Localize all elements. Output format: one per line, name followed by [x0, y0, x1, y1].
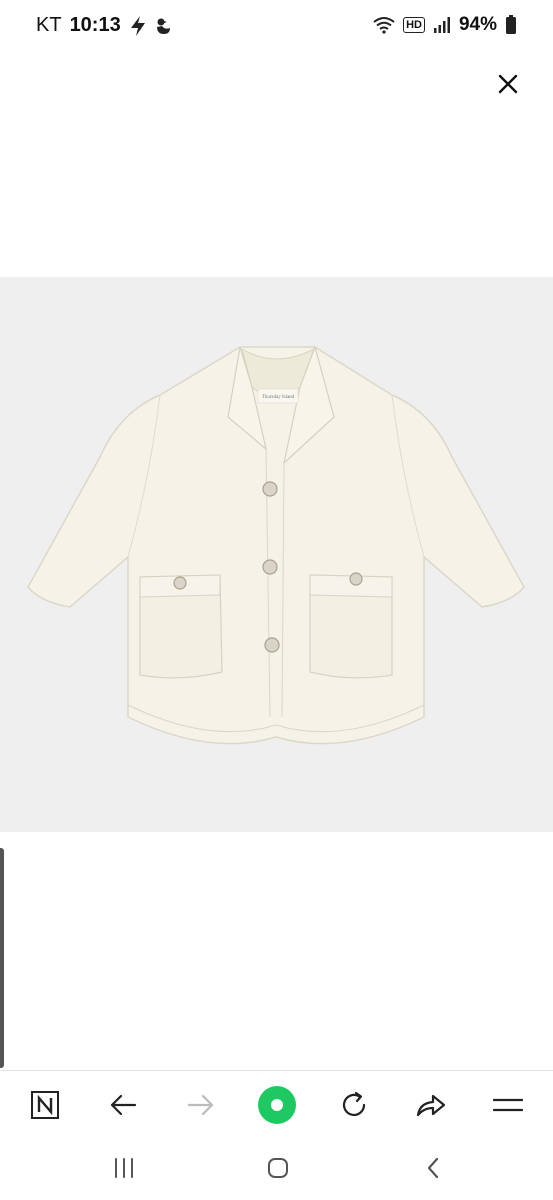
- product-image[interactable]: Thursday Island: [0, 277, 553, 832]
- shirt-jacket-image: Thursday Island: [27, 345, 525, 745]
- status-bar: KT 10:13 HD 94%: [0, 0, 553, 52]
- forward-arrow-icon: [187, 1094, 214, 1116]
- svg-text:Thursday Island: Thursday Island: [262, 395, 295, 400]
- battery-percent: 94%: [458, 14, 497, 35]
- system-back-button[interactable]: [413, 1150, 453, 1186]
- back-button[interactable]: [103, 1085, 143, 1125]
- flash-icon: [130, 15, 145, 36]
- status-left: KT 10:13: [36, 14, 171, 37]
- close-icon: [498, 74, 518, 94]
- status-right: HD 94%: [373, 14, 517, 36]
- hd-badge: HD: [403, 17, 425, 33]
- close-button[interactable]: [492, 68, 524, 100]
- back-arrow-icon: [110, 1094, 137, 1116]
- system-nav-bar: [0, 1136, 553, 1200]
- refresh-button[interactable]: [334, 1085, 374, 1125]
- signal-icon: [433, 17, 450, 33]
- naver-n-icon: [31, 1091, 59, 1119]
- home-icon: [268, 1158, 288, 1178]
- share-button[interactable]: [411, 1085, 451, 1125]
- home-button[interactable]: [258, 1150, 298, 1186]
- menu-icon: [493, 1098, 523, 1112]
- menu-button[interactable]: [488, 1085, 528, 1125]
- wifi-icon: [373, 17, 395, 34]
- battery-icon: [506, 15, 516, 34]
- edge-panel-handle[interactable]: [0, 848, 4, 1068]
- refresh-icon: [342, 1091, 366, 1117]
- back-chevron-icon: [427, 1157, 439, 1179]
- recent-apps-button[interactable]: [104, 1150, 144, 1186]
- naver-home-button[interactable]: [25, 1085, 65, 1125]
- green-dot-button[interactable]: [257, 1085, 297, 1125]
- share-icon: [416, 1094, 446, 1117]
- green-dot-icon: [258, 1086, 296, 1124]
- browser-toolbar: [0, 1070, 553, 1137]
- time-label: 10:13: [69, 14, 121, 36]
- carrier-label: KT: [36, 14, 62, 36]
- duck-icon: [156, 18, 170, 34]
- recent-apps-icon: [115, 1158, 133, 1178]
- forward-button[interactable]: [181, 1085, 221, 1125]
